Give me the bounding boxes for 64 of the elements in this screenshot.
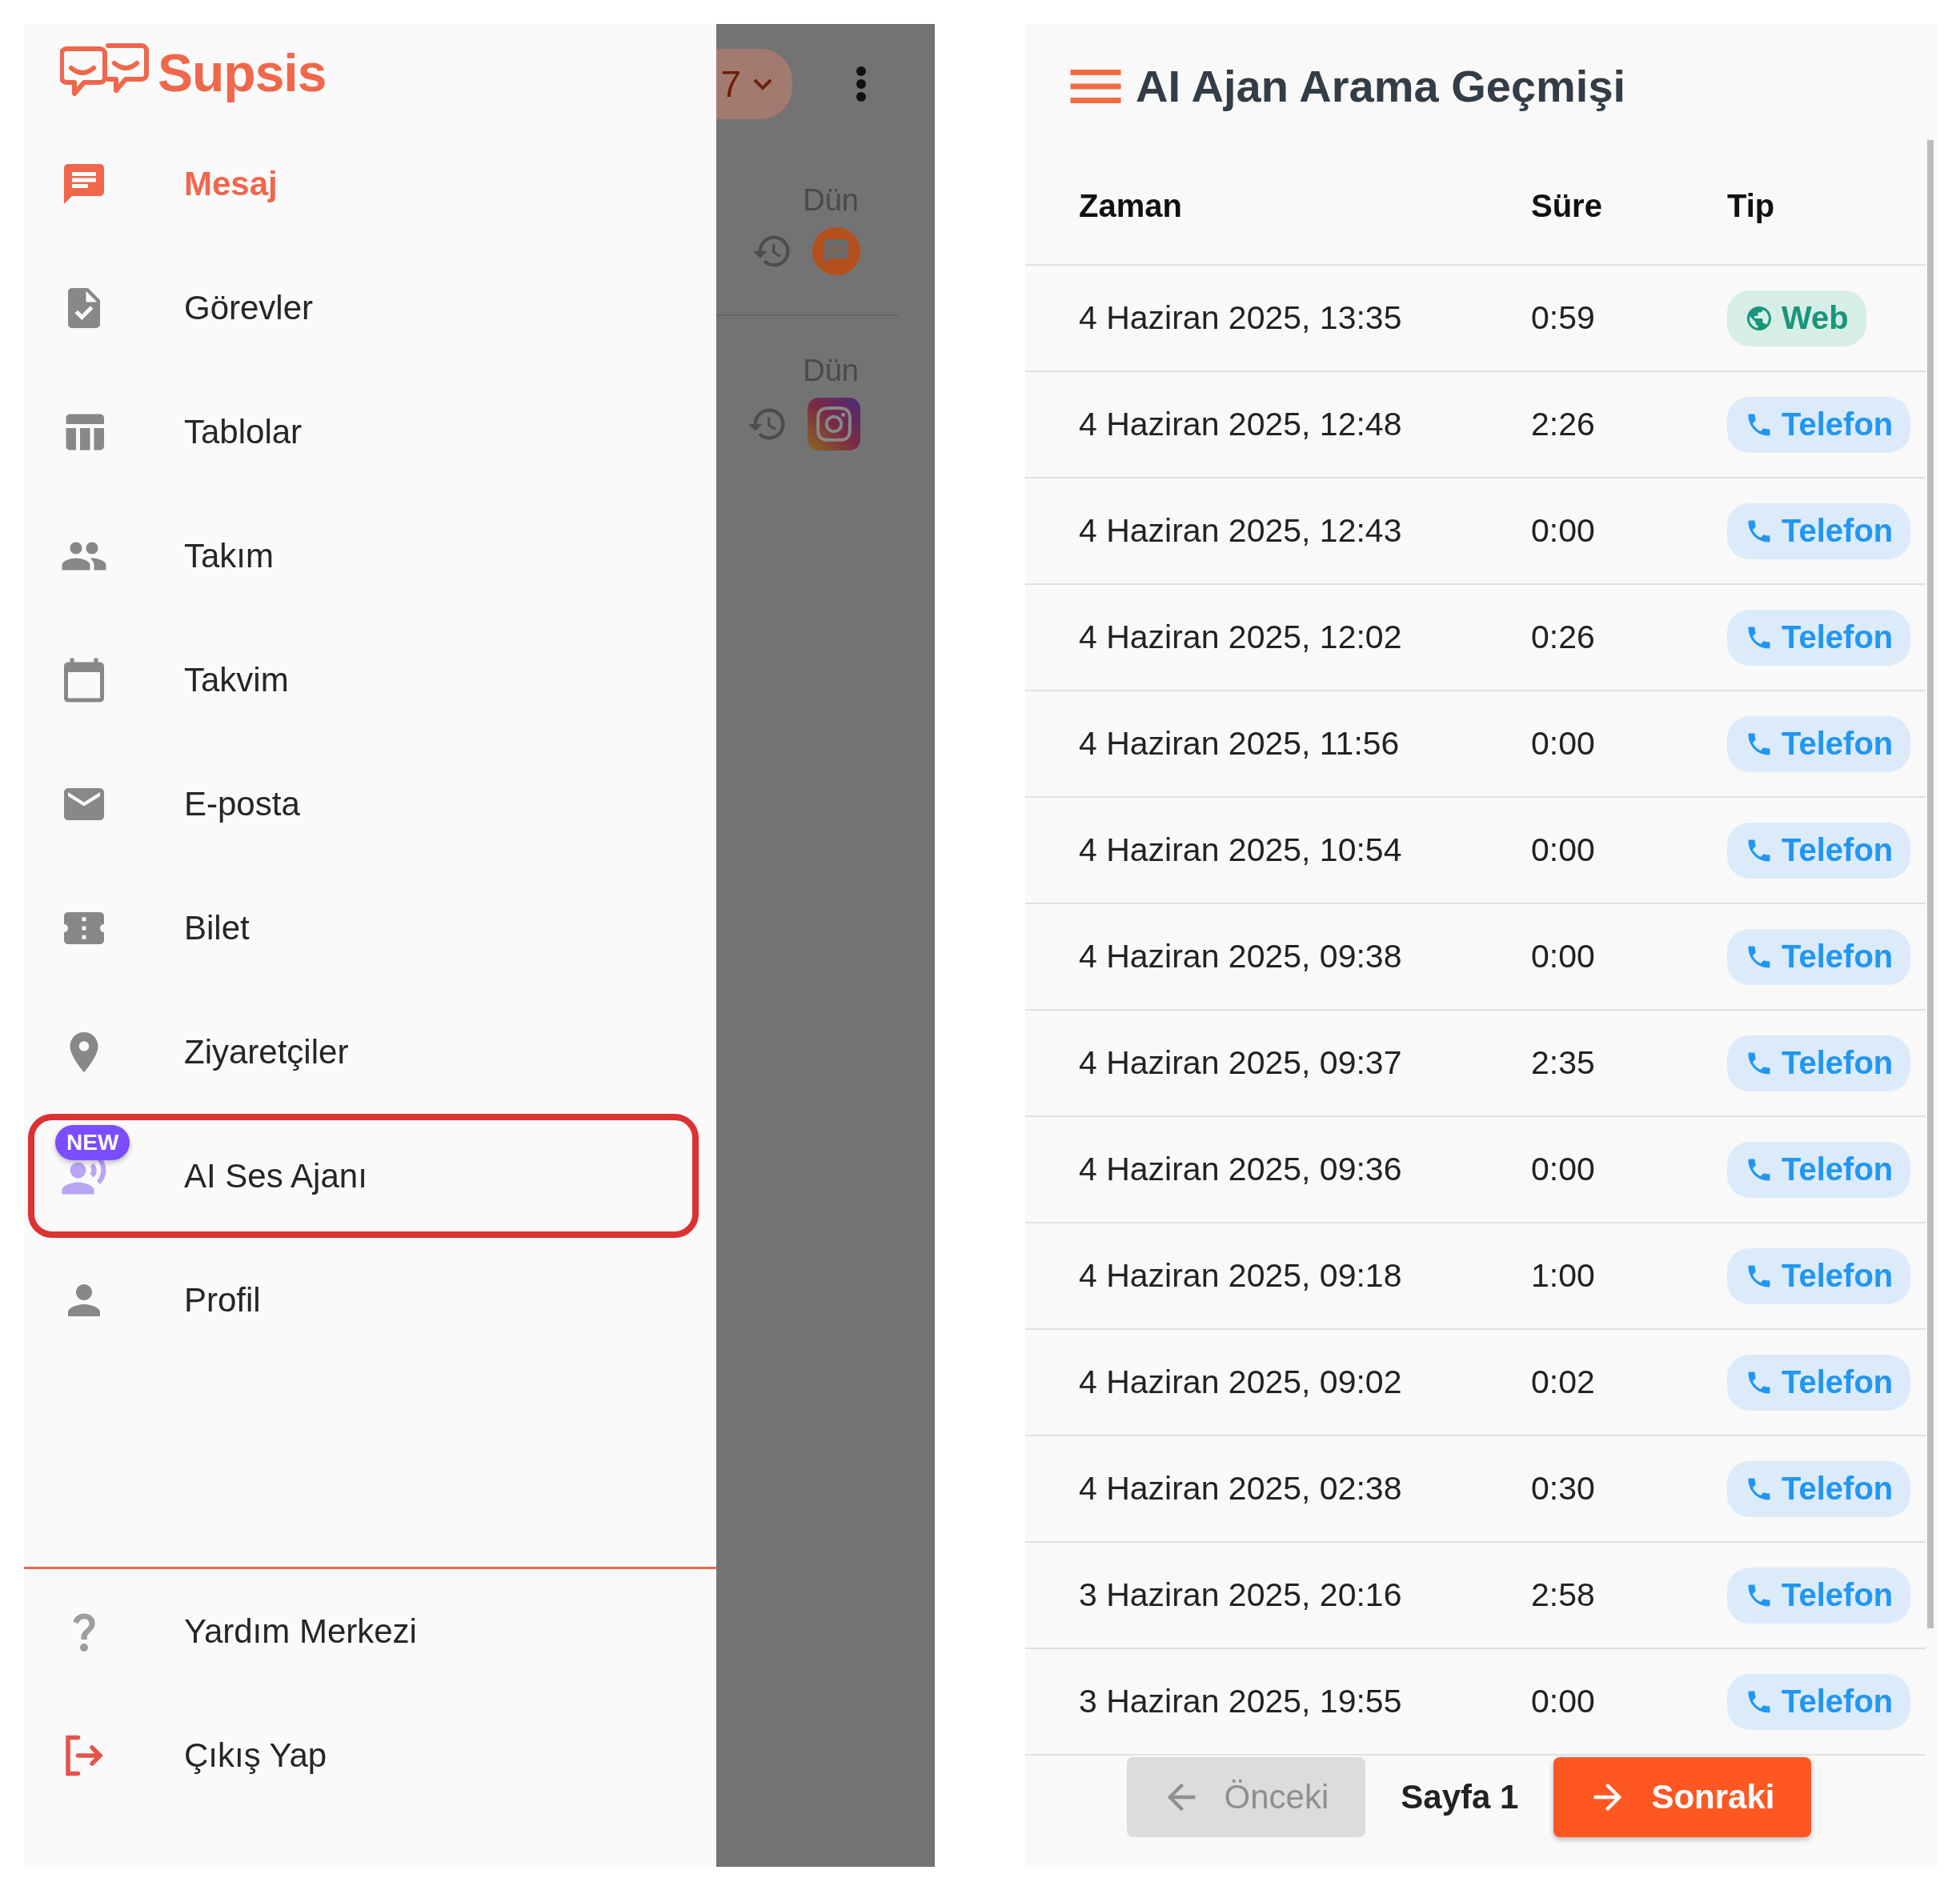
time-cell-text: 4 Haziran 2025, 09:37: [1079, 1044, 1403, 1082]
type-tag: Telefon: [1727, 1460, 1911, 1517]
type-tag: Telefon: [1727, 1247, 1911, 1304]
duration-cell-text: 0:02: [1531, 1363, 1596, 1401]
time-cell-text: 4 Haziran 2025, 12:43: [1079, 512, 1403, 550]
duration-cell-text: 2:35: [1531, 1044, 1596, 1082]
column-header: Zaman: [1079, 188, 1183, 224]
duration-cell-text: 0:30: [1531, 1470, 1596, 1508]
time-cell-text: 4 Haziran 2025, 09:38: [1079, 938, 1403, 975]
time-cell-text: 4 Haziran 2025, 10:54: [1079, 831, 1403, 869]
menu-item[interactable]: Çıkış Yap: [24, 1693, 716, 1817]
page-title: AI Ajan Arama Geçmişi: [1136, 60, 1626, 112]
time-cell-text: 3 Haziran 2025, 20:16: [1079, 1576, 1403, 1614]
menu-item[interactable]: Tablolar: [24, 370, 716, 494]
type-tag: Web: [1727, 290, 1866, 346]
time-cell-text: 4 Haziran 2025, 12:02: [1079, 619, 1403, 656]
duration-cell-text: 0:00: [1531, 938, 1596, 975]
menu-item[interactable]: Profil: [24, 1238, 716, 1362]
type-tag: Telefon: [1727, 715, 1911, 772]
time-cell-text: 4 Haziran 2025, 11:56: [1079, 725, 1401, 763]
menu-item[interactable]: Takım: [24, 494, 716, 618]
duration-cell-text: 0:00: [1531, 1683, 1596, 1720]
column-header: Süre: [1531, 188, 1603, 224]
page-indicator: Sayfa 1: [1401, 1778, 1519, 1816]
menu-item[interactable]: Yardım Merkezi: [24, 1569, 716, 1693]
type-tag: Telefon: [1727, 609, 1911, 666]
type-tag: Telefon: [1727, 396, 1911, 453]
menu-item[interactable]: E-posta: [24, 742, 716, 866]
duration-cell-text: 2:26: [1531, 406, 1596, 443]
type-tag: Telefon: [1727, 1141, 1911, 1198]
menu-item[interactable]: Görevler: [24, 246, 716, 370]
type-tag: Telefon: [1727, 1354, 1911, 1411]
type-tag: Telefon: [1727, 1567, 1911, 1624]
time-cell-text: 4 Haziran 2025, 02:38: [1079, 1470, 1403, 1508]
time-cell-text: 4 Haziran 2025, 09:36: [1079, 1151, 1403, 1188]
type-tag: Telefon: [1727, 1035, 1911, 1091]
type-tag: Telefon: [1727, 1673, 1911, 1730]
logo-text: Supsis: [158, 42, 327, 103]
time-cell-text: 4 Haziran 2025, 09:02: [1079, 1363, 1403, 1401]
column-header: Tip: [1727, 188, 1776, 224]
duration-cell-text: 0:26: [1531, 619, 1596, 656]
duration-cell-text: 0:00: [1531, 512, 1596, 550]
duration-cell-text: 0:00: [1531, 831, 1596, 869]
duration-cell-text: 0:59: [1531, 299, 1596, 337]
time-cell-text: 3 Haziran 2025, 19:55: [1079, 1683, 1403, 1720]
menu-item[interactable]: Ziyaretçiler: [24, 990, 716, 1114]
time-cell-text: 4 Haziran 2025, 13:35: [1079, 299, 1403, 337]
chip-text: 7: [720, 62, 741, 106]
menu-item[interactable]: Takvim: [24, 618, 716, 742]
type-tag: Telefon: [1727, 503, 1911, 559]
camera-icon: [808, 398, 860, 450]
more-icon: [856, 66, 867, 102]
type-tag: Telefon: [1727, 822, 1911, 879]
chat-bubble-icon: [812, 227, 860, 275]
duration-cell-text: 0:00: [1531, 1151, 1596, 1188]
duration-cell-text: 1:00: [1531, 1257, 1596, 1295]
time-cell-text: 4 Haziran 2025, 09:18: [1079, 1257, 1403, 1295]
menu-item[interactable]: Bilet: [24, 866, 716, 990]
type-tag: Telefon: [1727, 928, 1911, 985]
duration-cell-text: 2:58: [1531, 1576, 1596, 1614]
duration-cell-text: 0:00: [1531, 725, 1596, 763]
menu-item[interactable]: NEW AI Ses Ajanı: [28, 1114, 699, 1238]
time-cell-text: 4 Haziran 2025, 12:48: [1079, 406, 1403, 443]
new-badge: NEW: [55, 1124, 130, 1160]
